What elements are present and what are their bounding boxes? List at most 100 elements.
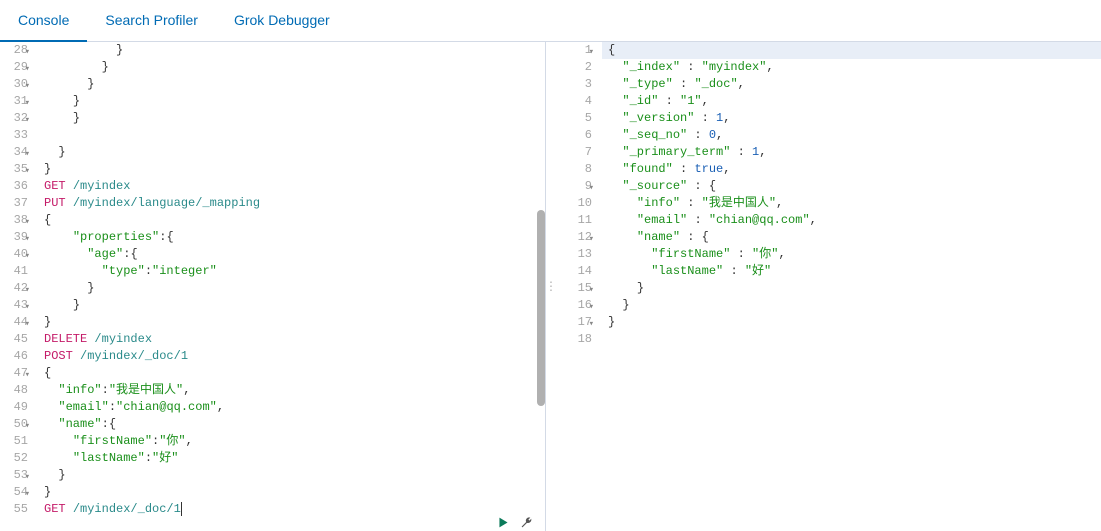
line-number: 31▾ xyxy=(0,93,28,110)
line-number: 38▾ xyxy=(0,212,28,229)
code-line[interactable]: } xyxy=(608,297,1101,314)
code-line[interactable]: "lastName" : "好" xyxy=(608,263,1101,280)
line-number: 55 xyxy=(0,501,28,518)
line-number: 53▾ xyxy=(0,467,28,484)
code-line[interactable]: } xyxy=(44,144,545,161)
line-number: 4 xyxy=(556,93,592,110)
line-number: 16▾ xyxy=(556,297,592,314)
code-line[interactable]: } xyxy=(44,484,545,501)
code-line[interactable]: "_primary_term" : 1, xyxy=(608,144,1101,161)
line-number: 18 xyxy=(556,331,592,348)
line-number: 43▾ xyxy=(0,297,28,314)
code-line[interactable]: GET /myindex/_doc/1 xyxy=(44,501,545,518)
response-gutter: 1▾23456789▾101112▾131415▾16▾17▾18 xyxy=(556,42,602,531)
line-number: 48 xyxy=(0,382,28,399)
response-code[interactable]: { "_index" : "myindex", "_type" : "_doc"… xyxy=(602,42,1101,531)
line-number: 8 xyxy=(556,161,592,178)
code-line[interactable]: POST /myindex/_doc/1 xyxy=(44,348,545,365)
console-panes: 28▾29▾30▾31▾32▾3334▾35▾363738▾39▾40▾4142… xyxy=(0,42,1101,531)
line-number: 44▾ xyxy=(0,314,28,331)
code-line[interactable]: "type":"integer" xyxy=(44,263,545,280)
wrench-icon[interactable] xyxy=(520,516,533,529)
line-number: 1▾ xyxy=(556,42,592,59)
request-code[interactable]: } } } } } }}GET /myindexPUT /myindex/lan… xyxy=(38,42,545,531)
line-number: 41 xyxy=(0,263,28,280)
request-actions xyxy=(497,516,533,529)
code-line[interactable]: } xyxy=(44,42,545,59)
line-number: 28▾ xyxy=(0,42,28,59)
tab-search-profiler[interactable]: Search Profiler xyxy=(87,0,216,42)
code-line[interactable]: } xyxy=(44,161,545,178)
pane-divider[interactable]: ⋮ xyxy=(546,42,556,531)
line-number: 12▾ xyxy=(556,229,592,246)
code-line[interactable]: DELETE /myindex xyxy=(44,331,545,348)
tab-grok-debugger[interactable]: Grok Debugger xyxy=(216,0,348,42)
code-line[interactable]: "_id" : "1", xyxy=(608,93,1101,110)
code-line[interactable]: } xyxy=(44,467,545,484)
code-line[interactable]: "properties":{ xyxy=(44,229,545,246)
line-number: 29▾ xyxy=(0,59,28,76)
line-number: 3 xyxy=(556,76,592,93)
code-line[interactable]: "_version" : 1, xyxy=(608,110,1101,127)
code-line[interactable]: } xyxy=(44,280,545,297)
code-line[interactable]: } xyxy=(44,314,545,331)
line-number: 6 xyxy=(556,127,592,144)
line-number: 30▾ xyxy=(0,76,28,93)
line-number: 39▾ xyxy=(0,229,28,246)
request-gutter: 28▾29▾30▾31▾32▾3334▾35▾363738▾39▾40▾4142… xyxy=(0,42,38,531)
code-line[interactable]: GET /myindex xyxy=(44,178,545,195)
code-line[interactable]: } xyxy=(608,280,1101,297)
code-line[interactable]: } xyxy=(44,93,545,110)
scroll-thumb[interactable] xyxy=(537,210,545,406)
code-line[interactable]: "found" : true, xyxy=(608,161,1101,178)
line-number: 51 xyxy=(0,433,28,450)
code-line[interactable]: "email" : "chian@qq.com", xyxy=(608,212,1101,229)
tab-console[interactable]: Console xyxy=(0,0,87,42)
code-line[interactable]: { xyxy=(44,365,545,382)
line-number: 7 xyxy=(556,144,592,161)
code-line[interactable]: "email":"chian@qq.com", xyxy=(44,399,545,416)
code-line[interactable]: PUT /myindex/language/_mapping xyxy=(44,195,545,212)
code-line[interactable]: "firstName":"你", xyxy=(44,433,545,450)
code-line[interactable]: "lastName":"好" xyxy=(44,450,545,467)
code-line[interactable]: } xyxy=(44,59,545,76)
code-line[interactable]: "name" : { xyxy=(608,229,1101,246)
line-number: 13 xyxy=(556,246,592,263)
code-line[interactable]: } xyxy=(44,297,545,314)
line-number: 46 xyxy=(0,348,28,365)
response-viewer: 1▾23456789▾101112▾131415▾16▾17▾18 { "_in… xyxy=(556,42,1101,531)
code-line[interactable]: } xyxy=(44,76,545,93)
request-scrollbar[interactable] xyxy=(535,42,545,531)
line-number: 45 xyxy=(0,331,28,348)
line-number: 10 xyxy=(556,195,592,212)
code-line[interactable]: "info" : "我是中国人", xyxy=(608,195,1101,212)
code-line[interactable]: "firstName" : "你", xyxy=(608,246,1101,263)
line-number: 40▾ xyxy=(0,246,28,263)
code-line[interactable]: } xyxy=(44,110,545,127)
code-line[interactable]: "_seq_no" : 0, xyxy=(608,127,1101,144)
play-icon[interactable] xyxy=(497,516,510,529)
code-line[interactable]: "_index" : "myindex", xyxy=(608,59,1101,76)
line-number: 42▾ xyxy=(0,280,28,297)
code-line[interactable]: { xyxy=(602,42,1101,59)
line-number: 37 xyxy=(0,195,28,212)
code-line[interactable]: "age":{ xyxy=(44,246,545,263)
request-editor[interactable]: 28▾29▾30▾31▾32▾3334▾35▾363738▾39▾40▾4142… xyxy=(0,42,546,531)
code-line[interactable]: } xyxy=(608,314,1101,331)
code-line[interactable]: "_source" : { xyxy=(608,178,1101,195)
line-number: 5 xyxy=(556,110,592,127)
code-line[interactable]: "name":{ xyxy=(44,416,545,433)
code-line[interactable]: "info":"我是中国人", xyxy=(44,382,545,399)
line-number: 50▾ xyxy=(0,416,28,433)
line-number: 52 xyxy=(0,450,28,467)
code-line[interactable] xyxy=(608,331,1101,348)
code-line[interactable] xyxy=(44,127,545,144)
line-number: 32▾ xyxy=(0,110,28,127)
line-number: 54▾ xyxy=(0,484,28,501)
line-number: 9▾ xyxy=(556,178,592,195)
code-line[interactable]: "_type" : "_doc", xyxy=(608,76,1101,93)
line-number: 49 xyxy=(0,399,28,416)
line-number: 15▾ xyxy=(556,280,592,297)
line-number: 47▾ xyxy=(0,365,28,382)
code-line[interactable]: { xyxy=(44,212,545,229)
